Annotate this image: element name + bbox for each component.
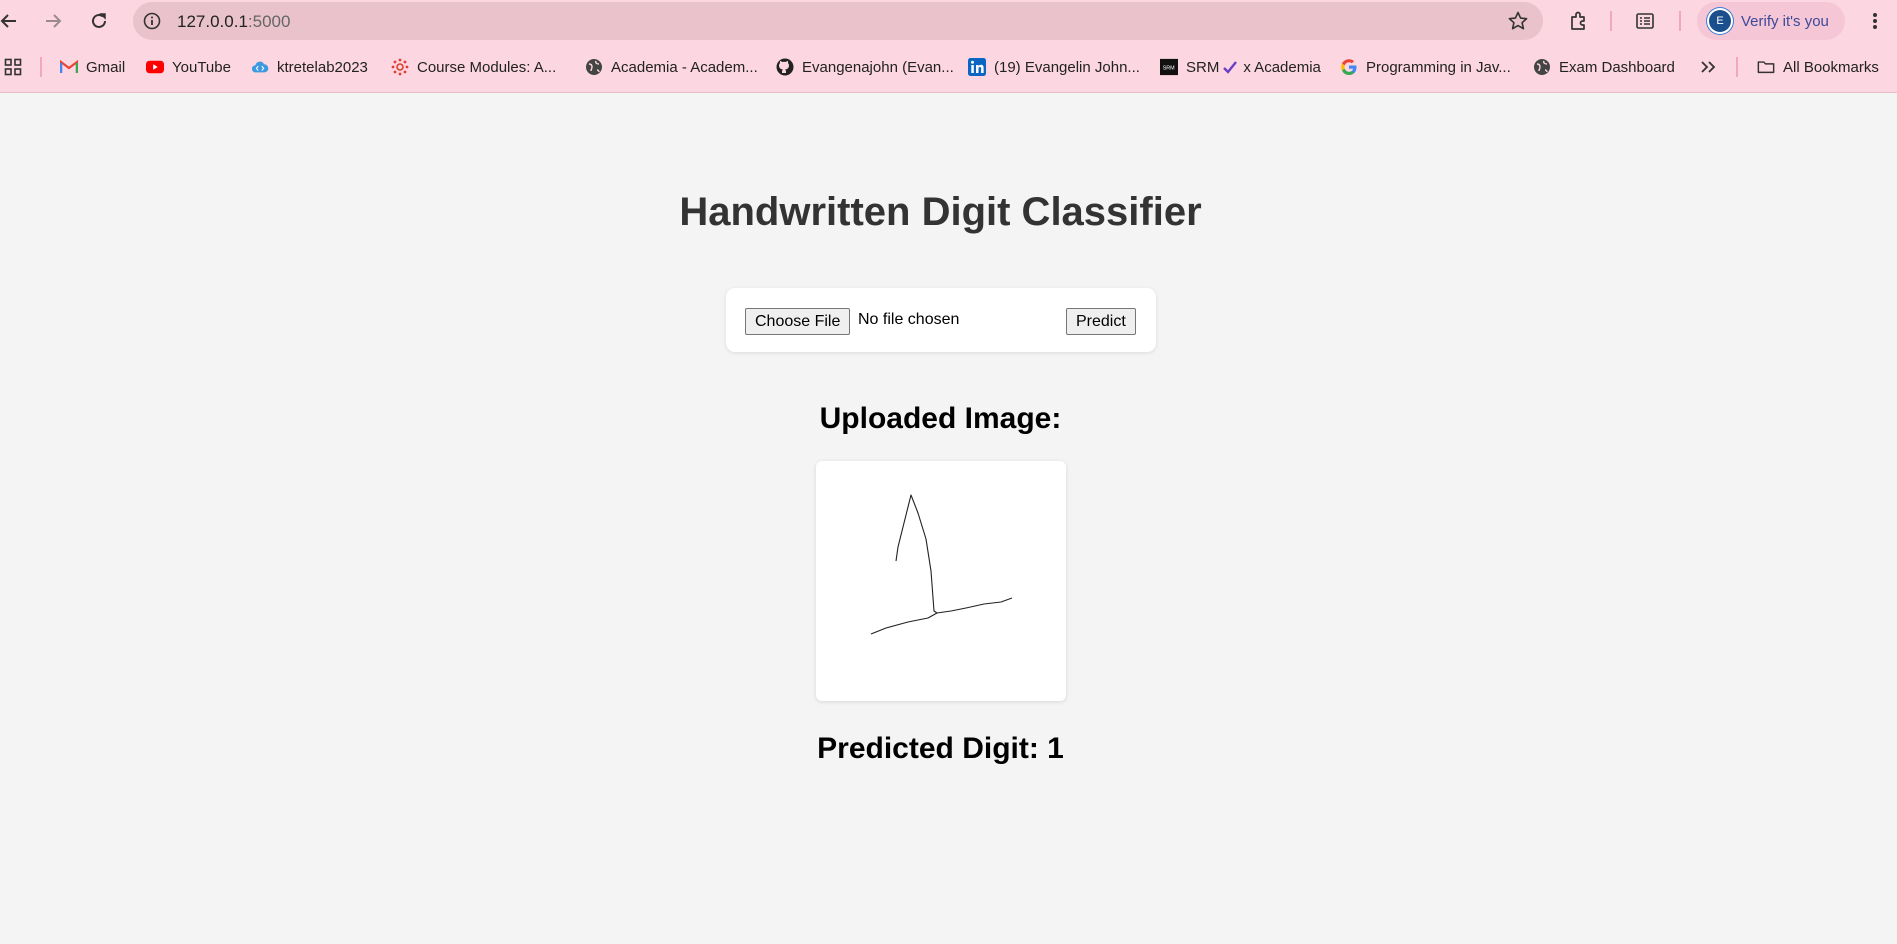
srm-icon: SRM <box>1160 58 1178 76</box>
site-info-icon[interactable] <box>141 10 163 32</box>
bookmark-gmail[interactable]: Gmail <box>60 56 125 78</box>
browser-toolbar: 127.0.0.1:5000 E Verify it's you <box>0 0 1897 42</box>
bookmark-label: (19) Evangelin John... <box>994 58 1140 76</box>
bookmarks-divider <box>1736 57 1738 77</box>
bookmark-label: Gmail <box>86 58 126 76</box>
bookmark-linkedin[interactable]: (19) Evangelin John... <box>968 56 1140 78</box>
reload-icon[interactable] <box>84 6 114 36</box>
bookmark-label: Programming in Jav... <box>1366 58 1511 76</box>
bookmark-star-icon[interactable] <box>1507 10 1529 32</box>
page-title: Handwritten Digit Classifier <box>679 190 1202 234</box>
canvas-icon <box>391 58 409 76</box>
globe-icon <box>585 58 603 76</box>
extensions-icon[interactable] <box>1564 6 1594 36</box>
gmail-icon <box>60 58 78 76</box>
predicted-digit-heading: Predicted Digit: 1 <box>817 732 1064 765</box>
choose-file-button[interactable]: Choose File <box>745 308 851 335</box>
more-bookmarks-chevron-icon[interactable] <box>1700 56 1716 78</box>
uploaded-digit-image <box>816 461 1066 701</box>
bookmark-programming-java[interactable]: Programming in Jav... <box>1340 56 1511 78</box>
upload-form: Choose File No file chosen Predict <box>726 288 1156 352</box>
handwritten-digit-drawing <box>870 494 1013 635</box>
svg-text:SRM: SRM <box>1163 66 1175 72</box>
url-text[interactable]: 127.0.0.1:5000 <box>177 12 290 32</box>
predict-button[interactable]: Predict <box>1066 308 1136 335</box>
bookmark-course-modules[interactable]: Course Modules: A... <box>391 56 556 78</box>
linkedin-icon <box>968 58 986 76</box>
url-port: :5000 <box>247 12 291 31</box>
bookmark-label: SRM <box>1186 58 1220 76</box>
profile-verify-button[interactable]: E Verify it's you <box>1697 2 1845 40</box>
bookmarks-bar: Gmail YouTube ktretelab2023 Course Modul… <box>0 42 1897 93</box>
bookmarks-divider <box>40 57 42 77</box>
bookmark-academia[interactable]: Academia - Academ... <box>585 56 758 78</box>
url-host: 127.0.0.1 <box>177 12 248 31</box>
all-bookmarks-label: All Bookmarks <box>1783 58 1879 76</box>
kebab-menu-icon[interactable] <box>1860 6 1890 36</box>
file-status-text: No file chosen <box>858 311 960 328</box>
apps-grid-icon[interactable] <box>4 56 22 78</box>
cloud-code-icon <box>251 58 269 76</box>
globe-icon <box>1533 58 1551 76</box>
back-icon[interactable] <box>0 6 24 36</box>
bookmark-label: YouTube <box>172 58 231 76</box>
bookmark-exam-dashboard[interactable]: Exam Dashboard <box>1533 56 1675 78</box>
bookmark-label: Exam Dashboard <box>1559 58 1675 76</box>
google-icon <box>1340 58 1358 76</box>
github-icon <box>776 58 794 76</box>
checkmark-icon <box>1221 58 1239 76</box>
uploaded-image-heading: Uploaded Image: <box>819 402 1062 435</box>
toolbar-divider <box>1610 11 1612 31</box>
bookmark-ktretelab[interactable]: ktretelab2023 <box>251 56 368 78</box>
folder-icon <box>1757 58 1775 76</box>
all-bookmarks[interactable]: All Bookmarks <box>1757 56 1879 78</box>
toolbar-divider <box>1679 11 1681 31</box>
profile-avatar: E <box>1709 10 1731 32</box>
reading-list-icon[interactable] <box>1630 6 1660 36</box>
bookmark-label-2: x Academia <box>1243 58 1321 76</box>
forward-icon[interactable] <box>38 6 68 36</box>
bookmark-youtube[interactable]: YouTube <box>146 56 231 78</box>
bookmark-label: Academia - Academ... <box>611 58 758 76</box>
verify-label: Verify it's you <box>1741 13 1829 30</box>
bookmark-srm-academia[interactable]: SRM SRM x Academia <box>1160 56 1321 78</box>
bookmark-label: ktretelab2023 <box>277 58 368 76</box>
bookmark-label: Course Modules: A... <box>417 58 557 76</box>
bookmark-github[interactable]: Evangenajohn (Evan... <box>776 56 954 78</box>
bookmark-label: Evangenajohn (Evan... <box>802 58 954 76</box>
address-bar[interactable]: 127.0.0.1:5000 <box>133 2 1543 40</box>
youtube-icon <box>146 58 164 76</box>
